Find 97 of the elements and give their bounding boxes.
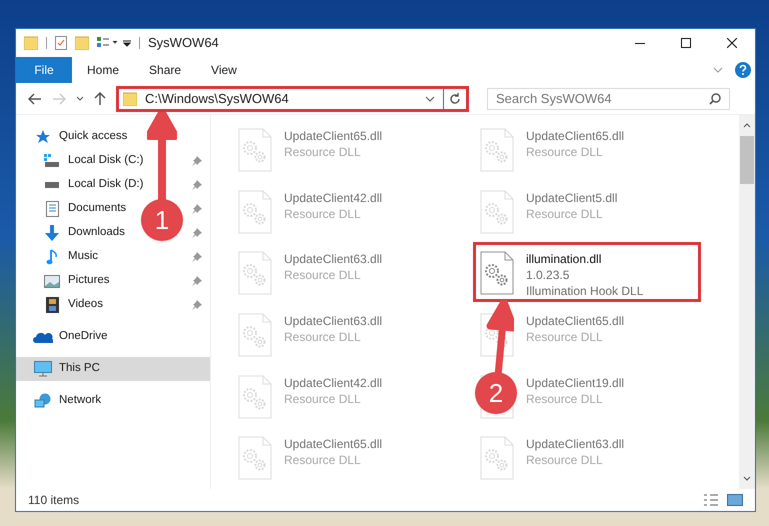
nav-item[interactable]: Local Disk (C:) — [16, 149, 148, 173]
pin-icon[interactable] — [192, 156, 202, 166]
chevron-up-icon[interactable] — [743, 123, 751, 128]
settings-file-icon — [480, 251, 514, 296]
folder-icon — [123, 92, 137, 106]
chevron-down-icon[interactable] — [425, 96, 435, 102]
list-view-icon[interactable] — [97, 37, 119, 49]
details-view-icon[interactable] — [703, 494, 719, 506]
item-count: 110 items — [28, 492, 80, 509]
dropdown-icon[interactable] — [123, 39, 131, 47]
file-name: UpdateClient65.dll — [526, 128, 624, 144]
settings-file-icon — [238, 128, 272, 172]
minimize-icon — [635, 42, 645, 44]
music-note-icon — [46, 249, 58, 265]
file-detail: Resource DLL — [526, 329, 604, 345]
file-detail: Resource DLL — [284, 206, 362, 222]
back-arrow-icon[interactable] — [28, 92, 42, 104]
window-title: SysWOW64 — [148, 34, 219, 52]
settings-file-icon — [480, 436, 514, 480]
file-detail: Resource DLL — [284, 267, 362, 284]
nav-item[interactable]: OneDrive — [16, 325, 112, 349]
search-icon — [709, 92, 721, 104]
search-field[interactable]: Search SysWOW64 — [487, 88, 730, 110]
nav-item[interactable]: Videos — [16, 293, 107, 317]
settings-file-icon — [480, 190, 514, 234]
file-name: UpdateClient65.dll — [284, 128, 382, 144]
nav-item[interactable]: Music — [16, 245, 102, 269]
file-name: UpdateClient63.dll — [526, 436, 624, 452]
help-icon[interactable] — [735, 62, 751, 78]
pin-icon[interactable] — [192, 276, 202, 286]
address-path: C:\Windows\SysWOW64 — [145, 90, 289, 108]
file-detail: Resource DLL — [284, 452, 362, 468]
file-detail: Resource DLL — [526, 452, 604, 468]
file-name: UpdateClient42.dll — [284, 374, 382, 391]
drive-icon — [44, 182, 60, 188]
pin-icon[interactable] — [192, 252, 202, 262]
file-name: UpdateClient63.dll — [284, 251, 382, 268]
scrollbar[interactable] — [739, 115, 755, 489]
file-detail: Resource DLL — [526, 390, 604, 407]
settings-file-icon — [238, 313, 272, 357]
cloud-icon — [33, 331, 53, 343]
nav-item[interactable]: Documents — [16, 197, 130, 221]
network-icon — [34, 393, 52, 409]
address-bar[interactable]: C:\Windows\SysWOW64 — [116, 86, 469, 112]
file-detail: Resource DLL — [284, 144, 362, 160]
folder-icon — [24, 36, 38, 50]
settings-file-icon — [238, 374, 272, 419]
chevron-down-icon[interactable] — [76, 96, 84, 101]
ribbon-tab[interactable]: Home — [72, 57, 134, 83]
chevron-down-icon[interactable] — [743, 476, 751, 481]
ribbon-tab[interactable]: Share — [134, 57, 196, 83]
nav-item[interactable]: Quick access — [16, 125, 132, 149]
up-arrow-icon[interactable] — [94, 92, 106, 106]
drive-icon — [44, 154, 60, 168]
file-detail: Resource DLL — [284, 329, 362, 345]
nav-item[interactable]: Downloads — [16, 221, 129, 245]
pin-icon[interactable] — [192, 204, 202, 214]
file-name: UpdateClient42.dll — [284, 190, 382, 206]
pin-icon[interactable] — [192, 228, 202, 238]
file-name: UpdateClient65.dll — [284, 436, 382, 452]
picture-icon — [44, 274, 60, 288]
settings-file-icon — [238, 436, 272, 480]
film-icon — [46, 297, 58, 313]
properties-icon[interactable] — [55, 36, 67, 50]
monitor-icon — [34, 361, 52, 377]
ribbon-tab[interactable]: File — [16, 57, 72, 83]
file-name: UpdateClient63.dll — [284, 313, 382, 329]
search-input[interactable]: Search SysWOW64 — [496, 88, 709, 108]
file-detail: 1.0.23.5 — [526, 267, 570, 284]
pin-icon[interactable] — [192, 180, 202, 190]
scrollbar-thumb[interactable] — [740, 136, 754, 184]
settings-file-icon — [480, 128, 514, 172]
close-icon — [727, 38, 737, 48]
file-name: illumination.dll — [526, 251, 602, 268]
pin-icon[interactable] — [192, 300, 202, 310]
nav-item[interactable]: Pictures — [16, 269, 114, 293]
settings-file-icon — [238, 190, 272, 234]
file-name: UpdateClient65.dll — [526, 313, 624, 329]
refresh-icon[interactable] — [449, 92, 461, 104]
nav-item[interactable]: Local Disk (D:) — [16, 173, 148, 197]
settings-file-icon — [238, 251, 272, 296]
nav-item[interactable]: Network — [16, 389, 106, 413]
maximize-icon — [681, 38, 691, 48]
nav-item[interactable]: This PC — [16, 357, 210, 381]
down-arrow-icon — [44, 225, 60, 241]
file-name: UpdateClient5.dll — [526, 190, 618, 206]
file-detail: Illumination Hook DLL — [526, 283, 644, 300]
file-item[interactable]: illumination.dll 1.0.23.5 Illumination Hook DLL — [473, 242, 701, 302]
file-detail: Resource DLL — [284, 390, 362, 407]
folder-icon[interactable] — [75, 36, 89, 50]
ribbon-tab[interactable]: View — [196, 57, 252, 83]
file-detail: Resource DLL — [526, 144, 604, 160]
document-icon — [46, 201, 58, 217]
file-name: UpdateClient19.dll — [526, 374, 624, 391]
file-detail: Resource DLL — [526, 206, 604, 222]
thumbnail-view-icon[interactable] — [727, 494, 743, 506]
star-icon — [35, 129, 51, 145]
